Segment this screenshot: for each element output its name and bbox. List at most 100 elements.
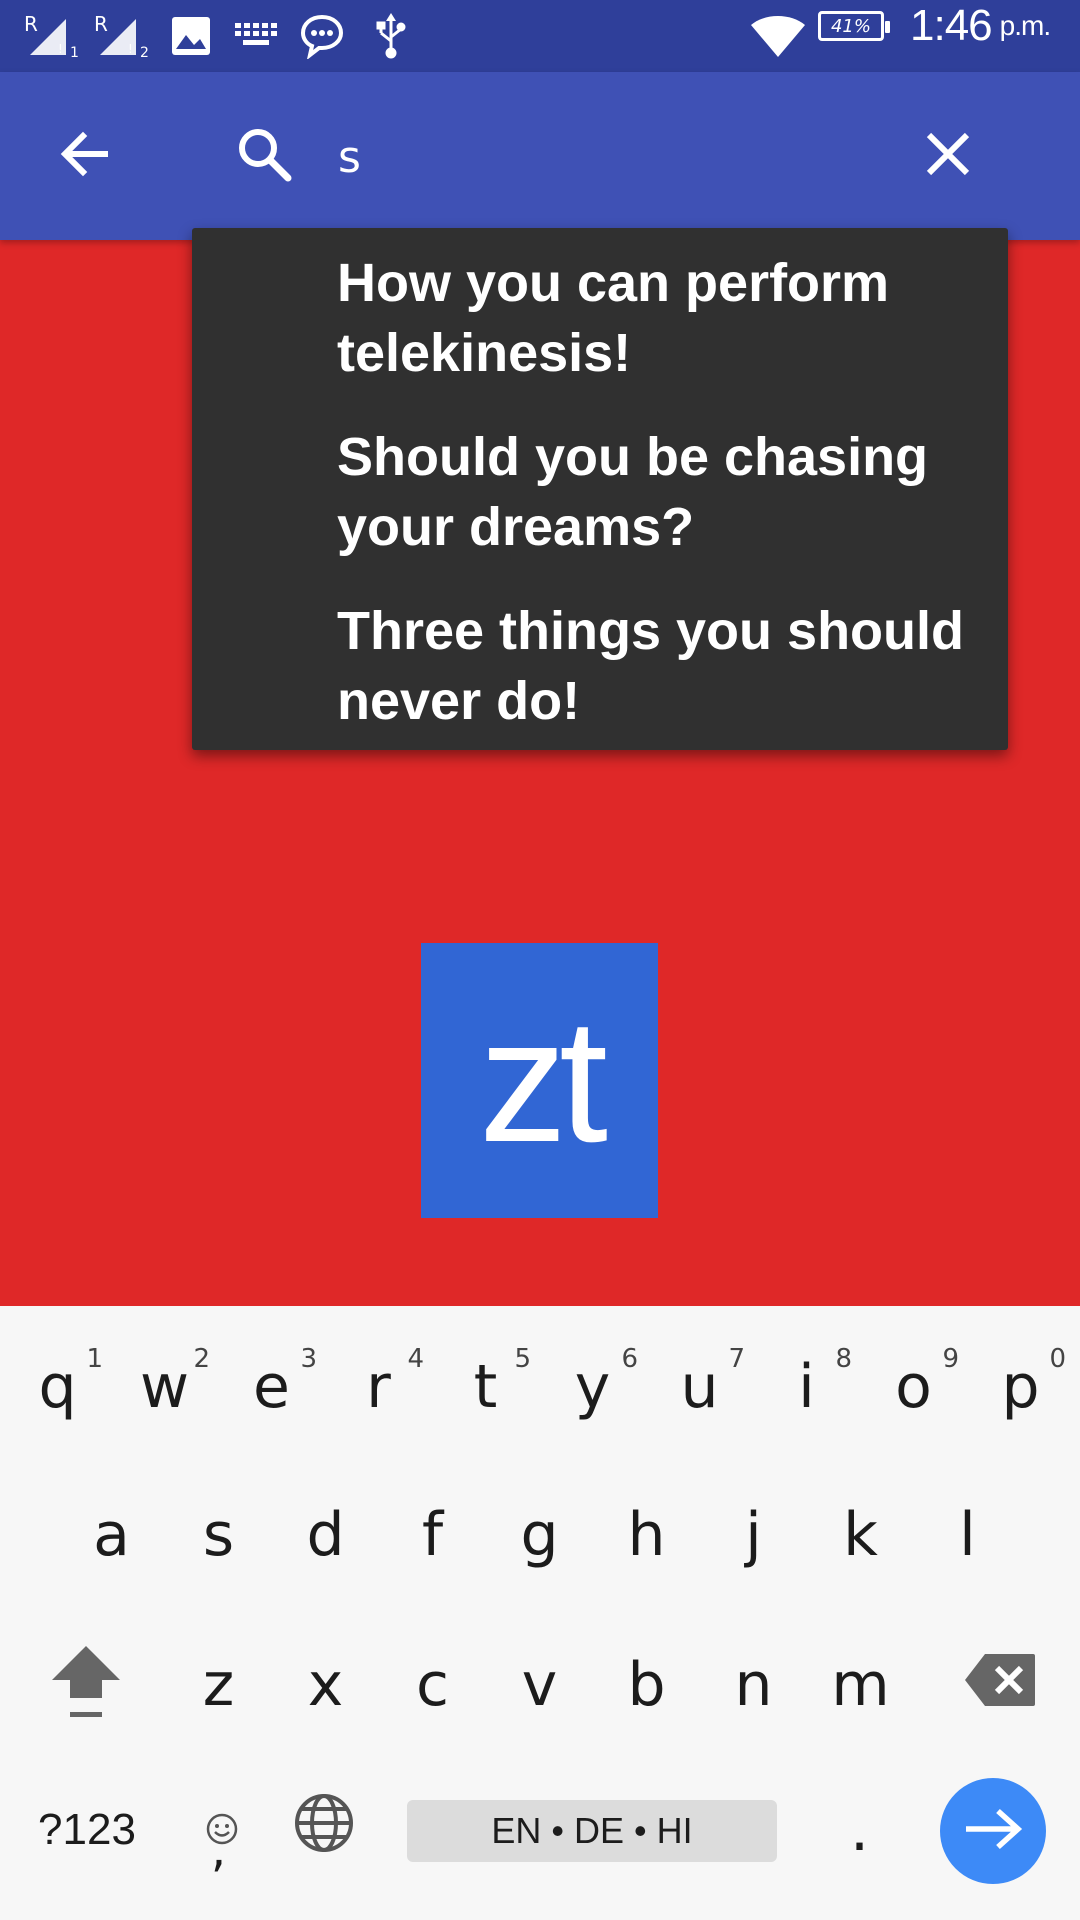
- key-hint: 9: [942, 1344, 959, 1374]
- arrow-back-icon: [59, 131, 109, 181]
- suggestion-item[interactable]: How you can perform telekinesis!: [337, 248, 977, 388]
- globe-icon: [293, 1792, 355, 1869]
- key-label: d: [306, 1500, 345, 1570]
- backspace-key[interactable]: [940, 1622, 1060, 1752]
- key-x[interactable]: x: [272, 1620, 379, 1750]
- svg-text:R: R: [94, 12, 108, 36]
- key-f[interactable]: f: [379, 1470, 486, 1600]
- usb-icon: [366, 0, 416, 72]
- key-hint: 7: [728, 1344, 745, 1374]
- key-label: g: [520, 1500, 559, 1570]
- sim1-signal-icon: R ! 1: [22, 0, 82, 72]
- key-label: l: [959, 1500, 976, 1570]
- search-toolbar: [0, 72, 1080, 240]
- key-label: x: [307, 1650, 344, 1720]
- key-label: f: [421, 1500, 444, 1570]
- key-label: s: [202, 1500, 235, 1570]
- key-label: v: [521, 1650, 558, 1720]
- key-label: c: [416, 1650, 449, 1720]
- key-t[interactable]: t5: [432, 1322, 539, 1452]
- key-z[interactable]: z: [165, 1620, 272, 1750]
- key-e[interactable]: e3: [218, 1322, 325, 1452]
- search-suggestions: How you can perform telekinesis! Should …: [192, 228, 1008, 750]
- key-label: o: [895, 1352, 932, 1422]
- close-icon: [925, 131, 971, 181]
- key-hint: 8: [835, 1344, 852, 1374]
- key-label: a: [93, 1500, 130, 1570]
- key-l[interactable]: l: [914, 1470, 1021, 1600]
- language-key[interactable]: [270, 1765, 377, 1895]
- search-button[interactable]: [204, 72, 324, 240]
- clock: 1:46 p.m.: [910, 0, 1051, 52]
- key-m[interactable]: m: [807, 1620, 914, 1750]
- period-key[interactable]: .: [806, 1765, 913, 1895]
- key-label: q: [38, 1352, 77, 1422]
- key-y[interactable]: y6: [539, 1322, 646, 1452]
- status-bar: R ! 1 R ! 2 41% 1:46 p.m.: [0, 0, 1080, 72]
- key-label: j: [745, 1500, 762, 1570]
- key-o[interactable]: o9: [860, 1322, 967, 1452]
- key-v[interactable]: v: [486, 1620, 593, 1750]
- key-s[interactable]: s: [165, 1470, 272, 1600]
- key-label: n: [734, 1650, 773, 1720]
- key-i[interactable]: i8: [753, 1322, 860, 1452]
- search-icon: [236, 126, 292, 186]
- back-button[interactable]: [24, 72, 144, 240]
- comma-key[interactable]: ,: [165, 1765, 272, 1895]
- key-j[interactable]: j: [700, 1470, 807, 1600]
- key-hint: 0: [1049, 1344, 1066, 1374]
- svg-text:R: R: [24, 12, 38, 36]
- app-logo: zt: [421, 943, 658, 1218]
- key-label: r: [366, 1352, 391, 1422]
- key-c[interactable]: c: [379, 1620, 486, 1750]
- wifi-icon: [746, 0, 810, 72]
- key-label: b: [627, 1650, 666, 1720]
- key-label: k: [843, 1500, 878, 1570]
- key-hint: 6: [621, 1344, 638, 1374]
- key-hint: 5: [514, 1344, 531, 1374]
- key-p[interactable]: p0: [967, 1322, 1074, 1452]
- key-w[interactable]: w2: [111, 1322, 218, 1452]
- search-input[interactable]: [338, 122, 898, 192]
- key-n[interactable]: n: [700, 1620, 807, 1750]
- keyboard-icon: [230, 0, 282, 72]
- image-icon: [166, 0, 216, 72]
- key-label: z: [202, 1650, 235, 1720]
- key-hint: 3: [300, 1344, 317, 1374]
- svg-text:1: 1: [70, 45, 79, 61]
- suggestion-item[interactable]: Three things you should never do!: [337, 596, 977, 736]
- key-d[interactable]: d: [272, 1470, 379, 1600]
- key-q[interactable]: q1: [4, 1322, 111, 1452]
- chat-icon: [296, 0, 348, 72]
- key-g[interactable]: g: [486, 1470, 593, 1600]
- key-b[interactable]: b: [593, 1620, 700, 1750]
- space-key[interactable]: EN • DE • HI: [407, 1800, 777, 1862]
- symbols-key[interactable]: ?123: [32, 1765, 142, 1895]
- arrow-forward-icon: [962, 1806, 1024, 1856]
- sim2-signal-icon: R ! 2: [92, 0, 152, 72]
- svg-text:!: !: [58, 42, 63, 56]
- key-k[interactable]: k: [807, 1470, 914, 1600]
- enter-key[interactable]: [940, 1778, 1046, 1884]
- backspace-icon: [963, 1652, 1037, 1723]
- key-r[interactable]: r4: [325, 1322, 432, 1452]
- emoji-icon: [205, 1791, 239, 1861]
- shift-icon: [48, 1640, 124, 1735]
- clear-search-button[interactable]: [888, 72, 1008, 240]
- key-label: t: [473, 1352, 498, 1422]
- key-a[interactable]: a: [58, 1470, 165, 1600]
- key-label: h: [627, 1500, 666, 1570]
- key-label: i: [798, 1352, 815, 1422]
- key-label: m: [831, 1650, 890, 1720]
- shift-key[interactable]: [30, 1622, 142, 1752]
- key-label: y: [574, 1352, 611, 1422]
- battery-icon: 41%: [818, 11, 890, 41]
- key-label: p: [1001, 1352, 1040, 1422]
- key-label: w: [139, 1352, 190, 1422]
- key-hint: 2: [193, 1344, 210, 1374]
- key-h[interactable]: h: [593, 1470, 700, 1600]
- key-u[interactable]: u7: [646, 1322, 753, 1452]
- svg-text:2: 2: [140, 45, 149, 61]
- key-hint: 4: [407, 1344, 424, 1374]
- suggestion-item[interactable]: Should you be chasing your dreams?: [337, 422, 977, 562]
